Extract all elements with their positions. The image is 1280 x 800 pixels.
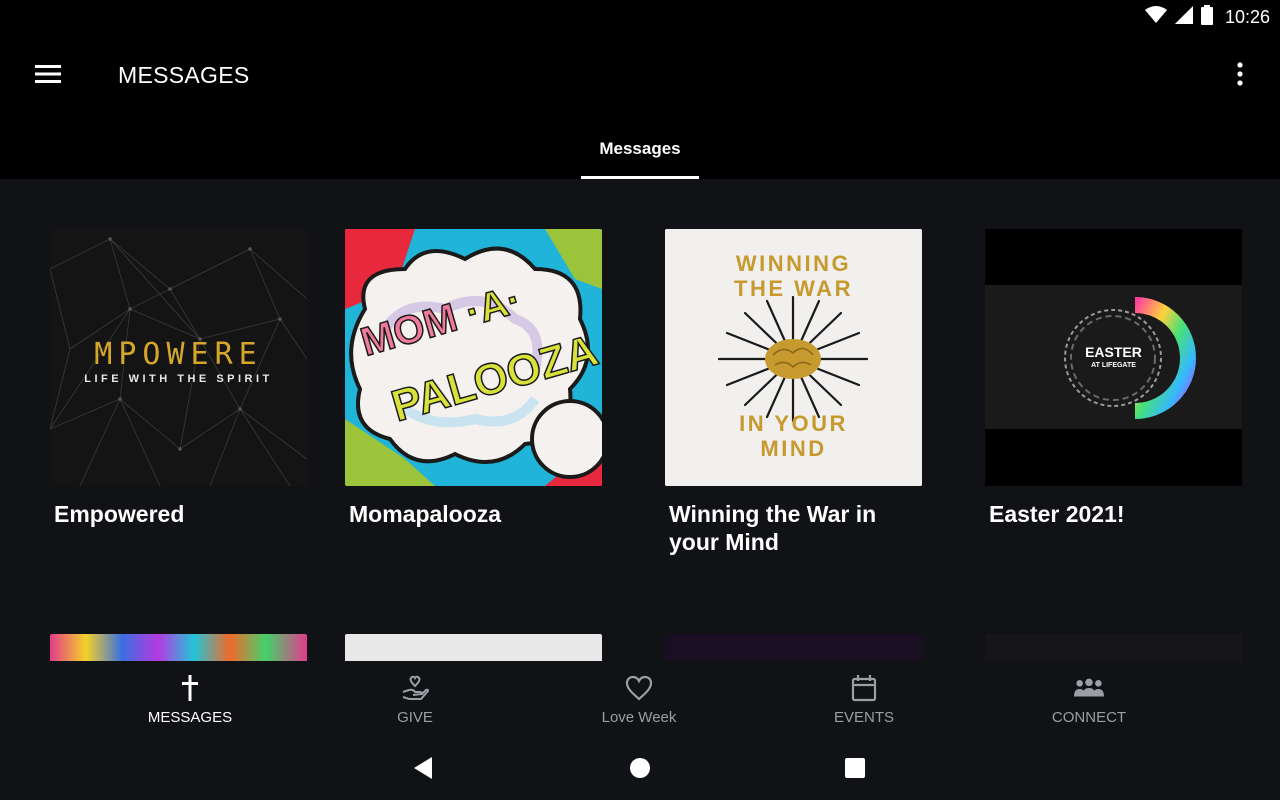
- cross-icon: [175, 673, 205, 703]
- messages-grid[interactable]: MPOWERE LIFE WITH THE SPIRIT Empowered M…: [0, 179, 1280, 661]
- card-art-text: WINNING THE WAR: [665, 251, 922, 301]
- more-vert-icon: [1237, 61, 1243, 91]
- calendar-icon: [849, 673, 879, 703]
- card-art-text: MPOWERE: [94, 337, 263, 372]
- menu-button[interactable]: [28, 58, 68, 94]
- card-art-line: IN YOUR: [739, 411, 848, 436]
- nav-item-give[interactable]: GIVE: [335, 661, 495, 737]
- card-thumbnail: MPOWERE LIFE WITH THE SPIRIT: [50, 229, 307, 486]
- card-title: Empowered: [54, 501, 185, 527]
- card-title: Winning the War in your Mind: [669, 501, 877, 555]
- message-card-easter-2021[interactable]: EASTER AT LIFEGATE Easter 2021!: [985, 229, 1242, 528]
- overflow-menu-button[interactable]: [1224, 58, 1256, 94]
- card-thumbnail: EASTER AT LIFEGATE: [985, 229, 1242, 486]
- recents-button[interactable]: [840, 755, 870, 785]
- recents-square-icon: [844, 757, 866, 784]
- nav-item-events[interactable]: EVENTS: [784, 661, 944, 737]
- card-art-text: EASTER: [1085, 344, 1142, 360]
- nav-label: CONNECT: [1051, 709, 1127, 726]
- tab-label: Messages: [599, 139, 681, 158]
- card-art-subtext: AT LIFEGATE: [1091, 362, 1136, 369]
- tab-bar: Messages: [0, 134, 1280, 179]
- hamburger-menu-icon: [35, 64, 61, 89]
- message-card-momapalooza[interactable]: MOM ·A· PALOOZA Momapalooza: [345, 229, 602, 528]
- tab-messages[interactable]: Messages: [581, 134, 699, 179]
- message-card-partial[interactable]: [665, 634, 922, 661]
- card-art-subtext: IN YOUR MIND: [665, 411, 922, 461]
- nav-item-messages[interactable]: MESSAGES: [110, 661, 270, 737]
- page-title: MESSAGES: [118, 62, 250, 88]
- nav-item-connect[interactable]: CONNECT: [1009, 661, 1169, 737]
- card-art-line: MIND: [760, 436, 827, 461]
- status-bar: 10:26: [0, 0, 1280, 34]
- status-time: 10:26: [1224, 6, 1270, 27]
- app-bar: MESSAGES Messages: [0, 34, 1280, 179]
- battery-icon: [1200, 4, 1213, 30]
- nav-label: GIVE: [397, 709, 433, 726]
- cell-signal-icon: [1174, 5, 1193, 29]
- card-thumbnail: MOM ·A· PALOOZA: [345, 229, 602, 486]
- card-art-subtext: LIFE WITH THE SPIRIT: [84, 373, 273, 385]
- card-art-line: WINNING: [735, 251, 852, 276]
- status-icons: 10:26: [1144, 4, 1270, 30]
- group-icon: [1074, 673, 1104, 703]
- wifi-icon: [1144, 5, 1167, 29]
- card-title: Easter 2021!: [989, 501, 1125, 527]
- heart-icon: [624, 673, 654, 703]
- nav-label: MESSAGES: [147, 709, 233, 726]
- card-title: Momapalooza: [349, 501, 502, 527]
- card-thumbnail: WINNING THE WAR IN YOUR MIND: [665, 229, 922, 486]
- home-button[interactable]: [625, 755, 655, 785]
- message-card-winning-the-war[interactable]: WINNING THE WAR IN YOUR MIND Winning the…: [665, 229, 922, 556]
- give-hand-heart-icon: [400, 673, 430, 703]
- message-card-partial[interactable]: [345, 634, 602, 661]
- nav-label: EVENTS: [833, 709, 894, 726]
- message-card-empowered[interactable]: MPOWERE LIFE WITH THE SPIRIT Empowered: [50, 229, 307, 528]
- home-circle-icon: [629, 757, 651, 784]
- back-triangle-icon: [412, 756, 434, 785]
- back-button[interactable]: [408, 755, 438, 785]
- card-art-line: THE WAR: [734, 276, 853, 301]
- system-navigation-bar: [0, 737, 1280, 800]
- bottom-navigation: MESSAGES GIVE Love Week EVENTS CONNECT: [0, 661, 1280, 737]
- message-card-partial[interactable]: [985, 634, 1242, 661]
- nav-label: Love Week: [601, 709, 677, 726]
- nav-item-love-week[interactable]: Love Week: [559, 661, 719, 737]
- message-card-partial[interactable]: [50, 634, 307, 661]
